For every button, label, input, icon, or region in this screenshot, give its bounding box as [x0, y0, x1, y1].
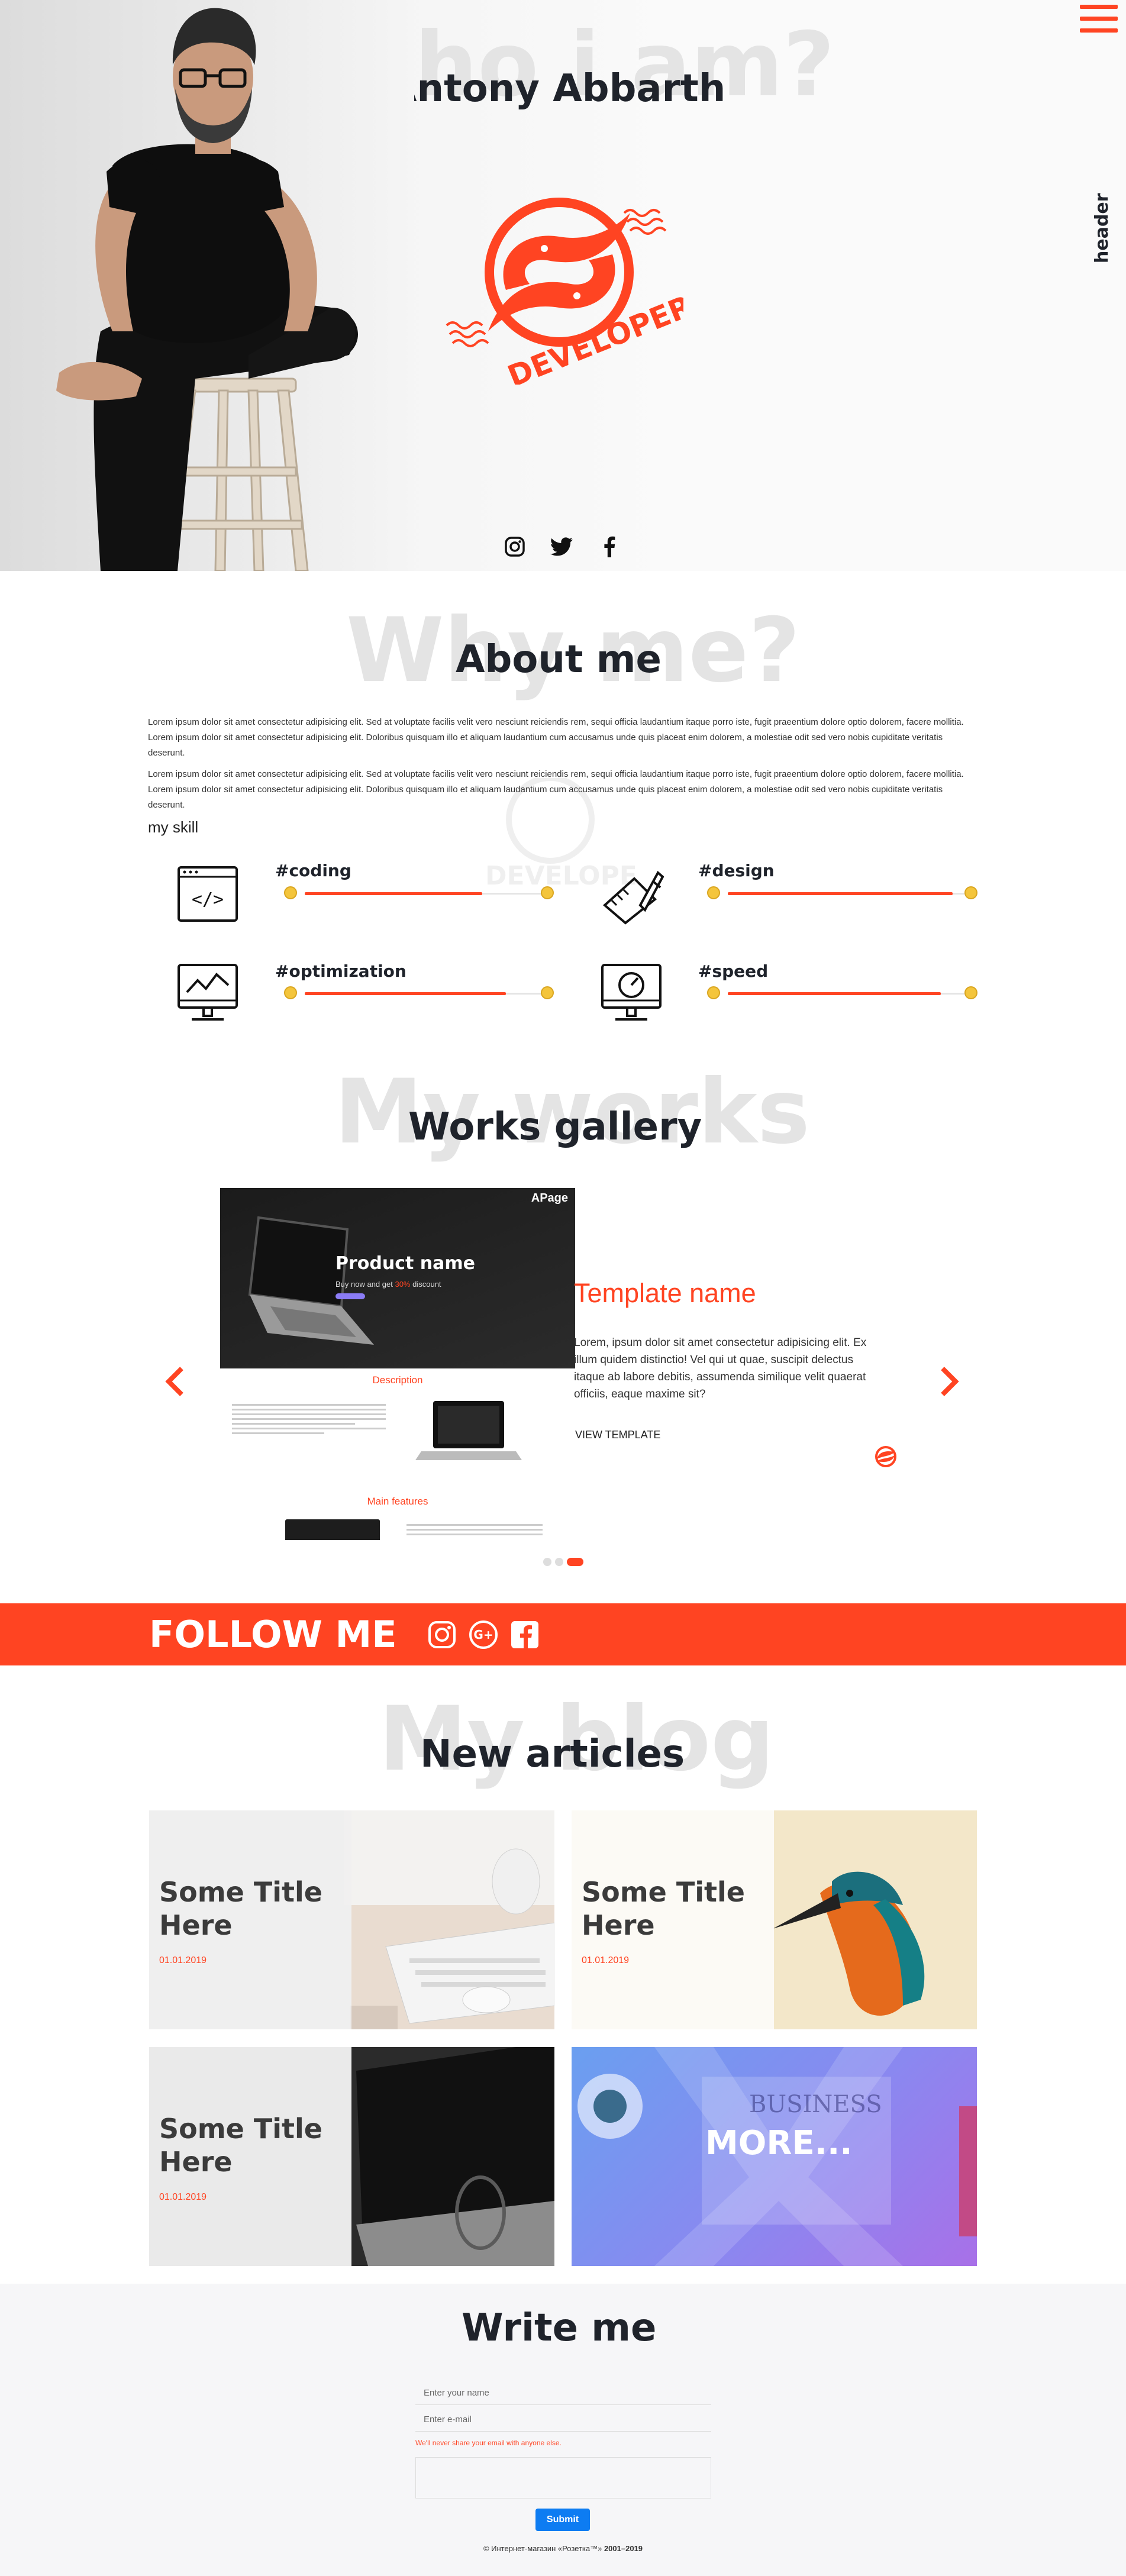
- instagram-icon[interactable]: [502, 534, 528, 560]
- speedometer-monitor-icon: [601, 964, 662, 1021]
- preview-discount: Buy now and get 30% discount: [335, 1280, 441, 1289]
- skill-bar-optimization: [305, 992, 541, 995]
- skill-name-optimization: #optimization: [275, 961, 406, 981]
- small-logo-icon: [875, 1446, 896, 1467]
- slider-prev-arrow-icon[interactable]: [157, 1358, 192, 1405]
- skill-min-emoji-icon: [284, 986, 297, 999]
- preview-feature-lines: [406, 1521, 543, 1538]
- preview-laptop-small: [415, 1401, 522, 1460]
- skill-max-emoji-icon: [964, 986, 977, 999]
- developer-logo: DEVELOPER: [446, 198, 683, 385]
- footer-copyright: © Интернет-магазин «Розетка™» 2001–2019: [483, 2544, 643, 2553]
- facebook-icon[interactable]: [510, 1620, 540, 1649]
- design-tools-icon: [602, 870, 664, 925]
- contact-title: Write me: [462, 2306, 657, 2350]
- template-name: Template name: [574, 1278, 756, 1308]
- slider-dot-active[interactable]: [567, 1558, 583, 1566]
- instagram-icon[interactable]: [427, 1620, 457, 1649]
- skill-coding: </>: [175, 864, 240, 932]
- blog-card-date: 01.01.2019: [582, 1955, 630, 1965]
- skill-name-coding: #coding: [275, 861, 351, 880]
- svg-text:G+: G+: [473, 1628, 493, 1642]
- preview-feature-image: [285, 1519, 380, 1540]
- skill-max-emoji-icon: [541, 886, 554, 899]
- skill-bar-speed: [728, 992, 964, 995]
- code-monitor-icon: </>: [178, 866, 238, 922]
- follow-section: FOLLOW ME G+: [0, 1603, 1126, 1665]
- google-plus-icon[interactable]: G+: [469, 1620, 498, 1649]
- business-word: BUSINESS: [749, 2091, 882, 2118]
- twitter-icon[interactable]: [549, 534, 575, 560]
- blog-more-label: MORE...: [705, 2124, 853, 2162]
- slider-dot[interactable]: [555, 1558, 563, 1566]
- blog-card-title: Some Title Here: [159, 1876, 322, 1941]
- view-template-link[interactable]: VIEW TEMPLATE: [575, 1429, 660, 1441]
- facebook-icon[interactable]: [596, 534, 622, 560]
- preview-description-label: Description: [372, 1374, 423, 1386]
- skill-bar-fill: [728, 892, 953, 895]
- name-input[interactable]: [415, 2381, 711, 2405]
- preview-product-name: Product name: [335, 1253, 476, 1274]
- blog-card[interactable]: Some Title Here 01.01.2019: [572, 1810, 977, 2029]
- skill-bar-design: [728, 892, 964, 895]
- slider-next-arrow-icon[interactable]: [932, 1358, 967, 1405]
- works-section: My works Works gallery APage Product nam…: [0, 1038, 1126, 1603]
- blog-section: My blog New articles Some Title Here 01.…: [0, 1665, 1126, 2284]
- preview-hero: APage Product name Buy now and get 30% d…: [220, 1188, 575, 1368]
- template-preview[interactable]: APage Product name Buy now and get 30% d…: [220, 1188, 575, 1392]
- skill-min-emoji-icon: [707, 886, 720, 899]
- about-title: About me: [456, 638, 662, 682]
- about-section: Why me? About me Lorem ipsum dolor sit a…: [0, 571, 1126, 1038]
- works-title: Works gallery: [408, 1105, 702, 1149]
- hero-section: Who i am? Antony Abbarth DEVELOPER heade…: [0, 0, 1126, 571]
- slider-dot[interactable]: [543, 1558, 551, 1566]
- submit-button[interactable]: Submit: [535, 2509, 590, 2531]
- skill-name-design: #design: [698, 861, 775, 880]
- hero-name: Antony Abbarth: [388, 67, 726, 111]
- skill-bar-coding: [305, 892, 541, 895]
- svg-text:</>: </>: [192, 889, 224, 910]
- skills-heading: my skill: [148, 818, 199, 836]
- template-description: Lorem, ipsum dolor sit amet consectetur …: [574, 1337, 867, 1400]
- skill-min-emoji-icon: [284, 886, 297, 899]
- blog-more-card[interactable]: BUSINESS MORE...: [572, 2047, 977, 2266]
- preview-brand: APage: [531, 1192, 568, 1205]
- blog-card[interactable]: Some Title Here 01.01.2019: [149, 1810, 554, 2029]
- blog-title: New articles: [420, 1732, 685, 1776]
- slider-dots: [543, 1558, 583, 1566]
- preview-lorem-lines: [232, 1401, 386, 1437]
- email-help-text: We'll never share your email with anyone…: [415, 2439, 562, 2447]
- chart-monitor-icon: [178, 964, 238, 1021]
- contact-section: Write me We'll never share your email wi…: [0, 2284, 1126, 2576]
- template-preview-lower: Main features: [220, 1392, 575, 1540]
- skill-speed: [599, 961, 664, 1029]
- blog-card-title: Some Title Here: [582, 1876, 745, 1941]
- preview-features-label: Main features: [367, 1496, 428, 1507]
- follow-label: FOLLOW ME: [149, 1613, 397, 1656]
- about-paragraph-1: Lorem ipsum dolor sit amet consectetur a…: [148, 717, 964, 758]
- skill-bar-fill: [305, 992, 506, 995]
- menu-burger-icon[interactable]: [1080, 5, 1118, 37]
- skill-optimization: [175, 961, 240, 1029]
- skill-design: [599, 864, 664, 932]
- skill-name-speed: #speed: [698, 961, 769, 981]
- skill-max-emoji-icon: [541, 986, 554, 999]
- skill-max-emoji-icon: [964, 886, 977, 899]
- blog-card-title: Some Title Here: [159, 2113, 322, 2178]
- hero-portrait-photo: [0, 0, 414, 571]
- hero-social-links: [502, 534, 622, 560]
- email-input[interactable]: [415, 2408, 711, 2432]
- blog-card-date: 01.01.2019: [159, 2192, 207, 2202]
- blog-card[interactable]: Some Title Here 01.01.2019: [149, 2047, 554, 2266]
- preview-buy-button: [335, 1293, 365, 1299]
- blog-card-date: 01.01.2019: [159, 1955, 207, 1965]
- message-textarea[interactable]: [415, 2457, 711, 2498]
- skill-min-emoji-icon: [707, 986, 720, 999]
- preview-body: Description: [220, 1368, 575, 1392]
- skill-bar-fill: [728, 992, 941, 995]
- side-section-label: header: [1092, 193, 1112, 263]
- skill-bar-fill: [305, 892, 482, 895]
